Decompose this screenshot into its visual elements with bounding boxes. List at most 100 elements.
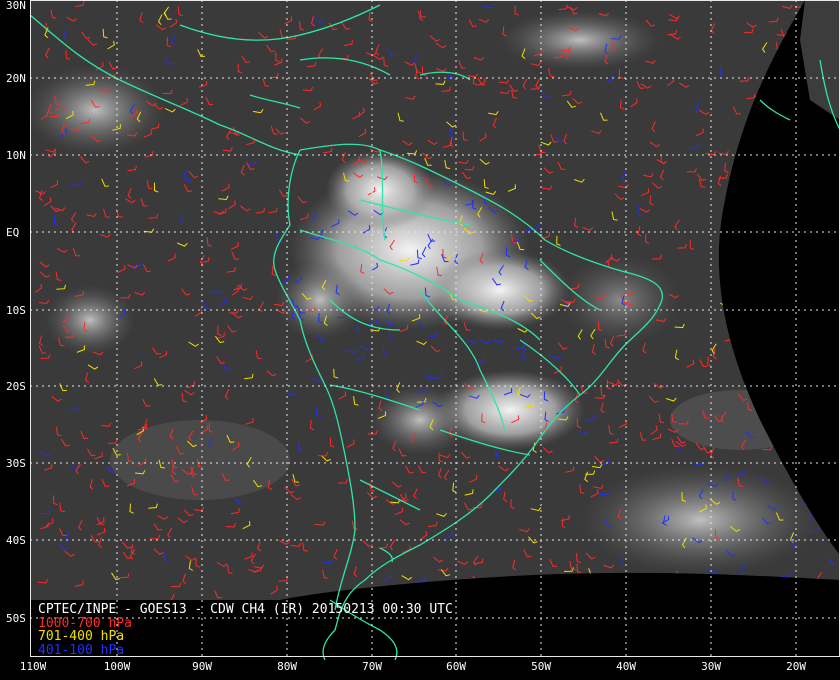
longitude-label: 60W xyxy=(446,660,466,673)
latitude-label: 30S xyxy=(6,457,26,470)
map-title: CPTEC/INPE - GOES13 - CDW CH4 (IR) 20150… xyxy=(38,602,453,617)
wind-barb xyxy=(824,445,831,455)
wind-barb xyxy=(535,589,547,595)
wind-barb xyxy=(775,578,787,583)
wind-barb xyxy=(744,325,749,336)
wind-barb xyxy=(807,449,819,454)
wind-barb xyxy=(808,250,818,258)
wind-barb xyxy=(738,203,743,214)
wind-barb xyxy=(812,168,822,174)
legend-high-level: 401-100 hPa xyxy=(38,642,125,658)
wind-barb xyxy=(806,208,815,218)
wind-barb xyxy=(821,363,826,375)
wind-barb xyxy=(469,589,474,600)
wind-barb xyxy=(769,220,778,228)
satellite-image-map xyxy=(29,0,840,661)
wind-barb xyxy=(573,588,585,594)
wind-barb xyxy=(651,591,661,600)
longitude-label: 110W xyxy=(19,660,47,673)
wind-barb xyxy=(793,199,803,207)
longitude-label: 50W xyxy=(531,660,551,673)
wind-barb xyxy=(728,180,739,188)
wind-barb xyxy=(489,577,501,582)
wind-barb xyxy=(807,188,813,199)
wind-barb xyxy=(827,256,837,265)
wind-barb xyxy=(776,257,785,267)
wind-barb xyxy=(791,193,803,200)
wind-barb xyxy=(749,146,760,151)
wind-barb xyxy=(796,79,803,89)
latitude-label: EQ xyxy=(6,226,20,239)
latitude-label: 20N xyxy=(6,72,26,85)
wind-barb xyxy=(734,283,743,291)
wind-barb xyxy=(804,264,814,271)
wind-barb xyxy=(723,577,728,588)
wind-barb xyxy=(822,389,828,399)
longitude-label: 40W xyxy=(616,660,636,673)
wind-barb xyxy=(817,277,822,289)
longitude-label: 100W xyxy=(103,660,131,673)
wind-barb xyxy=(781,185,790,193)
wind-barb xyxy=(823,247,833,253)
wind-barb xyxy=(812,191,821,200)
wind-barb xyxy=(739,268,747,278)
latitude-label: 20S xyxy=(6,380,26,393)
wind-barb xyxy=(750,334,760,341)
wind-barb xyxy=(761,352,772,359)
wind-barb xyxy=(807,472,818,477)
satellite-map-view: 30N 20N 10N EQ 10S 20S 30S 40S 50S 110W 100W 90W 80… xyxy=(0,0,840,680)
legend-low-level: 1000-700 hPa xyxy=(38,615,132,631)
wind-barb xyxy=(746,272,755,280)
wind-barb xyxy=(804,363,815,368)
wind-barb xyxy=(793,464,802,472)
latitude-label: 10N xyxy=(6,149,26,162)
wind-barb xyxy=(456,594,463,600)
wind-barb xyxy=(806,158,812,169)
wind-barb xyxy=(790,362,795,373)
wind-barb xyxy=(745,204,756,210)
wind-barb xyxy=(728,249,733,260)
wind-barb xyxy=(549,594,560,600)
wind-barb xyxy=(553,576,564,580)
latitude-label: 30N xyxy=(6,0,26,12)
wind-barb xyxy=(761,267,773,272)
wind-barb xyxy=(825,421,837,426)
wind-barb xyxy=(503,582,515,589)
wind-barb xyxy=(792,343,801,353)
wind-barb xyxy=(759,187,771,194)
wind-barb xyxy=(697,581,708,587)
wind-barb xyxy=(733,246,740,256)
latitude-label: 50S xyxy=(6,612,26,625)
wind-barb xyxy=(754,95,766,100)
wind-barb xyxy=(814,221,819,233)
map-legend: CPTEC/INPE - GOES13 - CDW CH4 (IR) 20150… xyxy=(38,603,453,657)
longitude-label: 70W xyxy=(362,660,382,673)
wind-barb xyxy=(770,370,777,380)
wind-barb xyxy=(749,179,759,186)
wind-barb xyxy=(760,121,766,132)
wind-barb xyxy=(823,369,834,374)
wind-barb xyxy=(823,200,834,206)
longitude-label: 30W xyxy=(701,660,721,673)
legend-mid-level: 701-400 hPa xyxy=(38,629,125,644)
wind-barb xyxy=(753,299,762,308)
latitude-label: 10S xyxy=(6,304,26,317)
longitude-label: 90W xyxy=(192,660,212,673)
wind-barb xyxy=(819,306,830,312)
wind-barb xyxy=(808,369,815,379)
wind-barb xyxy=(801,417,812,424)
wind-barb xyxy=(770,390,777,401)
wind-barb xyxy=(774,242,786,249)
wind-barb xyxy=(771,80,777,90)
wind-barb xyxy=(793,183,801,193)
wind-barb xyxy=(760,414,771,420)
satellite-disk xyxy=(30,0,840,600)
latitude-label: 40S xyxy=(6,534,26,547)
wind-barb xyxy=(786,101,797,106)
wind-barb xyxy=(826,335,831,347)
wind-barb xyxy=(801,287,812,292)
wind-barb xyxy=(742,175,751,184)
wind-barb xyxy=(794,449,806,454)
longitude-label: 20W xyxy=(786,660,806,673)
wind-barb xyxy=(792,18,801,27)
